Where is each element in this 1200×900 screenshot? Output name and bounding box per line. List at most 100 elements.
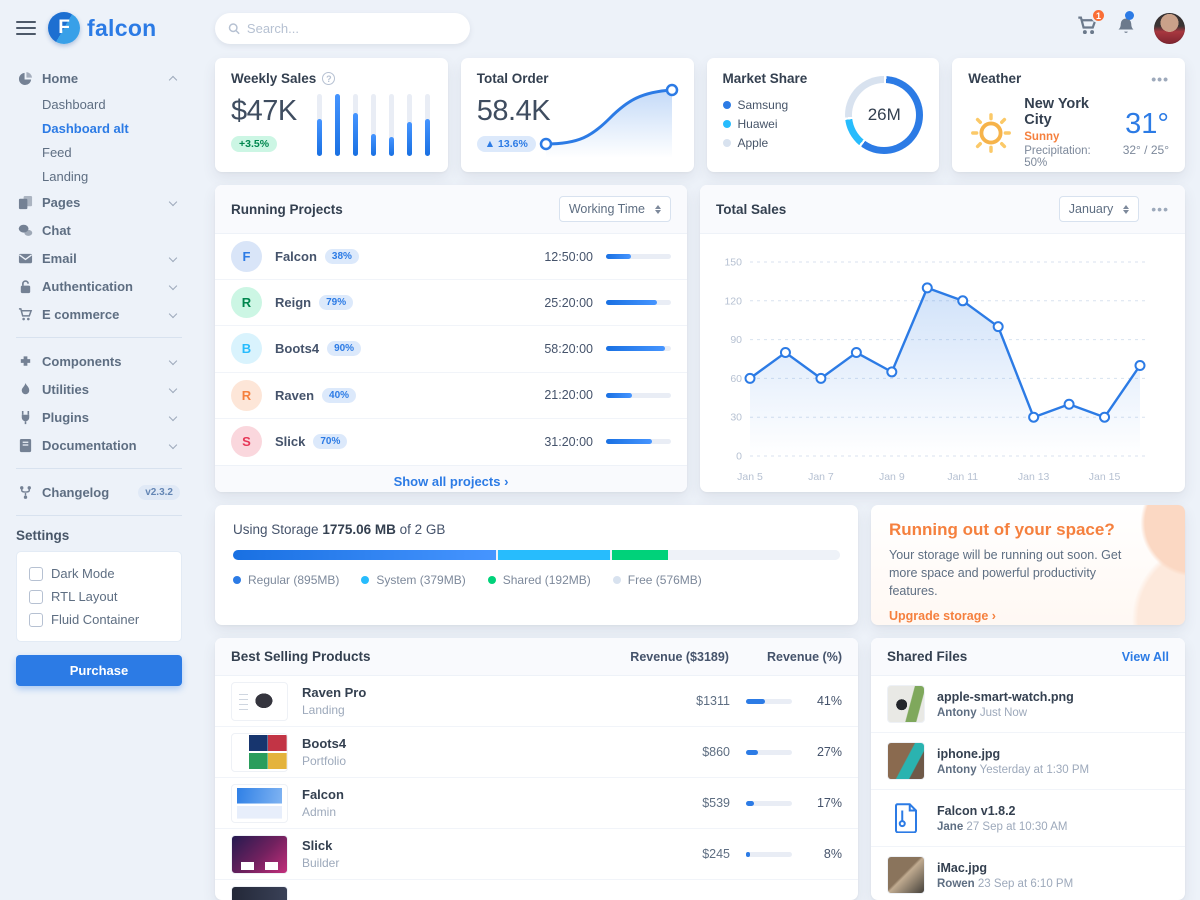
view-all-link[interactable]: View All — [1122, 650, 1169, 664]
search-box[interactable] — [215, 13, 470, 44]
sidebar-item-label: Utilities — [42, 382, 161, 397]
sidebar-item-chat[interactable]: Chat — [16, 216, 182, 244]
sidebar-item-feed[interactable]: Feed — [42, 140, 182, 164]
chevron-down-icon — [169, 310, 177, 318]
total-sales-card: Total Sales January ••• 0306090120150Jan… — [700, 185, 1185, 492]
running-projects-card: Running Projects Working Time F Falcon 3… — [215, 185, 687, 492]
list-item[interactable]: Falcon v1.8.2 Jane 27 Sep at 10:30 AM — [871, 790, 1185, 847]
list-item[interactable]: iphone.jpg Antony Yesterday at 1:30 PM — [871, 733, 1185, 790]
fluid-container-toggle[interactable]: Fluid Container — [29, 608, 169, 631]
more-menu-icon[interactable]: ••• — [1151, 205, 1169, 213]
search-input[interactable] — [247, 21, 457, 36]
total-sales-chart: 0306090120150Jan 5Jan 7Jan 9Jan 11Jan 13… — [712, 240, 1152, 488]
sidebar-item-utilities[interactable]: Utilities — [16, 375, 182, 403]
brand-logo[interactable]: F falcon — [48, 12, 157, 44]
product-percent: 41% — [804, 694, 842, 708]
sidebar-item-label: Components — [42, 354, 161, 369]
sidebar-item-components[interactable]: Components — [16, 347, 182, 375]
settings-box: Dark Mode RTL Layout Fluid Container — [16, 551, 182, 642]
project-avatar: S — [231, 426, 262, 457]
product-revenue: $245 — [675, 847, 730, 861]
purchase-button[interactable]: Purchase — [16, 655, 182, 686]
table-row-partial[interactable] — [215, 880, 858, 900]
table-row[interactable]: Raven Pro Landing $1311 41% — [215, 676, 858, 727]
file-name[interactable]: Falcon v1.8.2 — [937, 804, 1067, 818]
chevron-down-icon — [169, 282, 177, 290]
product-name[interactable]: Raven Pro — [302, 685, 366, 700]
chevron-down-icon — [169, 413, 177, 421]
file-name[interactable]: iMac.jpg — [937, 861, 1073, 875]
file-author: Antony — [937, 764, 977, 776]
checkbox-icon[interactable] — [29, 567, 43, 581]
sidebar-item-documentation[interactable]: Documentation — [16, 431, 182, 459]
checkbox-label: Dark Mode — [51, 566, 115, 581]
list-item[interactable]: iMac.jpg Rowen 23 Sep at 6:10 PM — [871, 847, 1185, 900]
product-progressbar — [746, 750, 792, 755]
project-name: Falcon — [275, 249, 317, 264]
avatar[interactable] — [1154, 13, 1185, 44]
cart-button[interactable]: 1 — [1077, 15, 1098, 41]
sidebar-item-plugins[interactable]: Plugins — [16, 403, 182, 431]
table-row[interactable]: Slick Builder $245 8% — [215, 829, 858, 880]
product-name[interactable]: Boots4 — [302, 736, 346, 751]
project-row[interactable]: R Raven 40% 21:20:00 — [215, 373, 687, 419]
svg-text:60: 60 — [730, 373, 742, 385]
file-name[interactable]: iphone.jpg — [937, 747, 1089, 761]
legend-dot-regular — [233, 576, 241, 584]
project-row[interactable]: S Slick 70% 31:20:00 — [215, 419, 687, 465]
card-title: Shared Files — [887, 649, 967, 664]
chevron-up-icon — [169, 75, 177, 83]
rtl-layout-toggle[interactable]: RTL Layout — [29, 585, 169, 608]
legend-dot-free — [613, 576, 621, 584]
sidebar-item-label: Authentication — [42, 279, 161, 294]
product-category: Admin — [302, 805, 344, 819]
svg-text:0: 0 — [736, 451, 742, 463]
project-badge: 38% — [325, 249, 359, 264]
sidebar-item-pages[interactable]: Pages — [16, 188, 182, 216]
list-item[interactable]: apple-smart-watch.png Antony Just Now — [871, 676, 1185, 733]
upgrade-storage-link[interactable]: Upgrade storage › — [889, 609, 996, 623]
checkbox-icon[interactable] — [29, 590, 43, 604]
card-title: Market Share — [723, 71, 808, 86]
svg-text:150: 150 — [724, 257, 742, 269]
product-name[interactable]: Falcon — [302, 787, 344, 802]
book-icon — [18, 438, 33, 453]
show-all-projects-link[interactable]: Show all projects › — [215, 465, 687, 492]
svg-text:30: 30 — [730, 412, 742, 424]
checkbox-icon[interactable] — [29, 613, 43, 627]
upgrade-space-card: Running out of your space? Your storage … — [871, 505, 1185, 625]
weekly-sales-badge: +3.5% — [231, 136, 277, 152]
file-name[interactable]: apple-smart-watch.png — [937, 690, 1074, 704]
more-menu-icon[interactable]: ••• — [1151, 75, 1169, 83]
project-row[interactable]: B Boots4 90% 58:20:00 — [215, 326, 687, 372]
sidebar-item-authentication[interactable]: Authentication — [16, 272, 182, 300]
help-icon[interactable]: ? — [322, 72, 335, 85]
working-time-select[interactable]: Working Time — [559, 196, 671, 222]
hamburger-menu-icon[interactable] — [16, 17, 36, 39]
weekly-sales-chart — [317, 94, 430, 156]
table-row[interactable]: Falcon Admin $539 17% — [215, 778, 858, 829]
product-name[interactable]: Slick — [302, 838, 339, 853]
chat-icon — [18, 223, 33, 238]
dark-mode-toggle[interactable]: Dark Mode — [29, 562, 169, 585]
card-title: Total Sales — [716, 202, 786, 217]
project-row[interactable]: R Reign 79% 25:20:00 — [215, 280, 687, 326]
sidebar-item-email[interactable]: Email — [16, 244, 182, 272]
sidebar-item-home[interactable]: Home — [16, 64, 182, 92]
market-share-donut: 26M — [845, 76, 923, 154]
notifications-button[interactable] — [1116, 16, 1136, 41]
storage-used: 1775.06 MB — [322, 522, 396, 537]
sidebar-item-landing[interactable]: Landing — [42, 164, 182, 188]
project-time: 12:50:00 — [531, 250, 593, 264]
table-row[interactable]: Boots4 Portfolio $860 27% — [215, 727, 858, 778]
sidebar-item-dashboard-alt[interactable]: Dashboard alt — [42, 116, 182, 140]
sidebar-item-dashboard[interactable]: Dashboard — [42, 92, 182, 116]
month-select[interactable]: January — [1059, 196, 1139, 222]
project-row[interactable]: F Falcon 38% 12:50:00 — [215, 234, 687, 280]
file-author: Rowen — [937, 878, 975, 890]
chevron-down-icon — [169, 441, 177, 449]
project-time: 21:20:00 — [531, 388, 593, 402]
sidebar-item-changelog[interactable]: Changelog v2.3.2 — [16, 478, 182, 506]
product-revenue: $1311 — [675, 694, 730, 708]
sidebar-item-ecommerce[interactable]: E commerce — [16, 300, 182, 328]
